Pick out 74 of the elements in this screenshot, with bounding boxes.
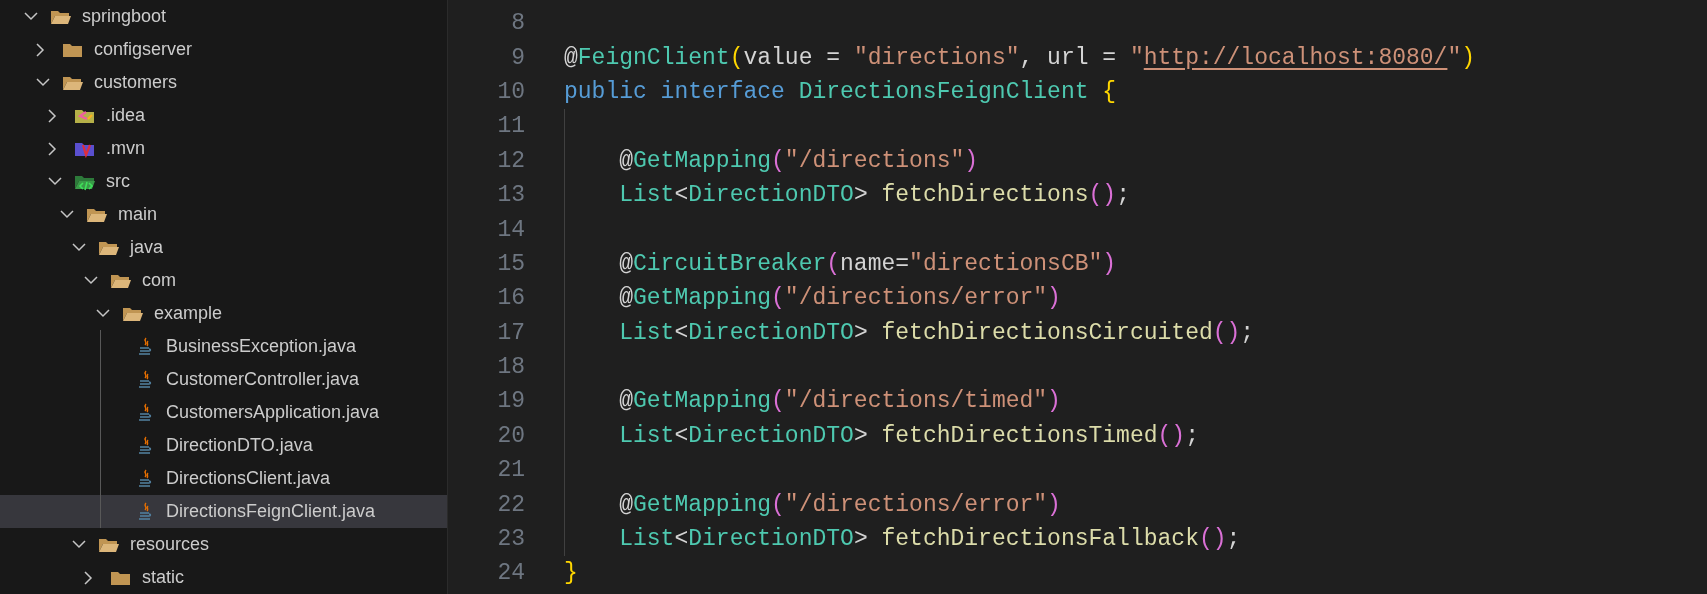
file-item[interactable]: DirectionsFeignClient.java [0, 495, 447, 528]
code-line: public interface DirectionsFeignClient { [564, 78, 1117, 105]
chevron-down-icon[interactable] [24, 12, 38, 21]
line-number: 23 [496, 526, 526, 553]
folder-open-icon [86, 206, 108, 223]
line-number: 22 [496, 491, 526, 518]
code-line: List<DirectionDTO> fetchDirectionsFallback(); [618, 526, 1241, 553]
folder-open-icon [62, 74, 84, 91]
code-line: } [564, 560, 578, 587]
folder-item[interactable]: static [0, 561, 447, 594]
line-number: 18 [496, 354, 526, 381]
folder-item[interactable]: java [0, 231, 447, 264]
line-number: 19 [496, 388, 526, 415]
chevron-down-icon[interactable] [72, 540, 86, 549]
folder-item[interactable]: src [0, 165, 447, 198]
folder-item[interactable]: main [0, 198, 447, 231]
chevron-right-icon[interactable] [48, 108, 57, 123]
file-item[interactable]: DirectionsClient.java [0, 462, 447, 495]
line-number: 12 [496, 147, 526, 174]
line-number: 20 [496, 422, 526, 449]
chevron-down-icon[interactable] [84, 276, 98, 285]
code-line: List<DirectionDTO> fetchDirections(); [618, 182, 1130, 209]
code-line: @GetMapping("/directions/error") [618, 285, 1061, 312]
chevron-down-icon[interactable] [72, 243, 86, 252]
folder-open-icon [98, 536, 120, 553]
folder-icon [62, 41, 84, 58]
code-line: @CircuitBreaker(name="directionsCB") [618, 250, 1117, 277]
code-line: @FeignClient(value = "directions", url = "http://localhost:8080/") [564, 44, 1476, 71]
chevron-down-icon[interactable] [60, 210, 74, 219]
folder-open-icon [110, 272, 132, 289]
chevron-right-icon[interactable] [36, 42, 45, 57]
file-item[interactable]: CustomersApplication.java [0, 396, 447, 429]
line-number: 21 [496, 457, 526, 484]
code-line: List<DirectionDTO> fetchDirectionsCircuited(); [618, 319, 1255, 346]
code-line: List<DirectionDTO> fetchDirectionsTimed(); [618, 422, 1199, 449]
code-line: @GetMapping("/directions/error") [618, 491, 1061, 518]
folder-open-icon [50, 8, 72, 25]
folder-item[interactable]: .idea [0, 99, 447, 132]
line-number: 14 [496, 216, 526, 243]
file-item[interactable]: CustomerController.java [0, 363, 447, 396]
file-item[interactable]: BusinessException.java [0, 330, 447, 363]
line-number: 13 [496, 182, 526, 209]
folder-item[interactable]: example [0, 297, 447, 330]
java-cup-icon [137, 369, 153, 390]
java-cup-icon [137, 402, 153, 423]
file-item[interactable]: DirectionDTO.java [0, 429, 447, 462]
folder-item[interactable]: customers [0, 66, 447, 99]
java-cup-icon [137, 435, 153, 456]
folder-item[interactable]: .mvn [0, 132, 447, 165]
chevron-right-icon[interactable] [48, 141, 57, 156]
folder-item[interactable]: configserver [0, 33, 447, 66]
folder-open-icon [122, 305, 144, 322]
folder-icon [110, 569, 132, 586]
java-cup-icon [137, 468, 153, 489]
line-number: 17 [496, 319, 526, 346]
line-number: 16 [496, 285, 526, 312]
folder-item[interactable]: com [0, 264, 447, 297]
java-cup-icon [137, 336, 153, 357]
folder-open-icon [98, 239, 120, 256]
line-number: 10 [496, 78, 526, 105]
chevron-down-icon[interactable] [48, 177, 62, 186]
line-number: 8 [510, 10, 526, 37]
line-number: 11 [496, 113, 526, 140]
chevron-right-icon[interactable] [84, 570, 93, 585]
chevron-down-icon[interactable] [96, 309, 110, 318]
chevron-down-icon[interactable] [36, 78, 50, 87]
java-cup-icon [137, 501, 153, 522]
line-number: 9 [510, 44, 526, 71]
folder-item[interactable]: resources [0, 528, 447, 561]
code-line: @GetMapping("/directions/timed") [618, 388, 1061, 415]
code-line: @GetMapping("/directions") [618, 147, 979, 174]
folder-item[interactable]: springboot [0, 0, 447, 33]
line-number: 15 [496, 250, 526, 277]
line-number: 24 [496, 560, 526, 587]
